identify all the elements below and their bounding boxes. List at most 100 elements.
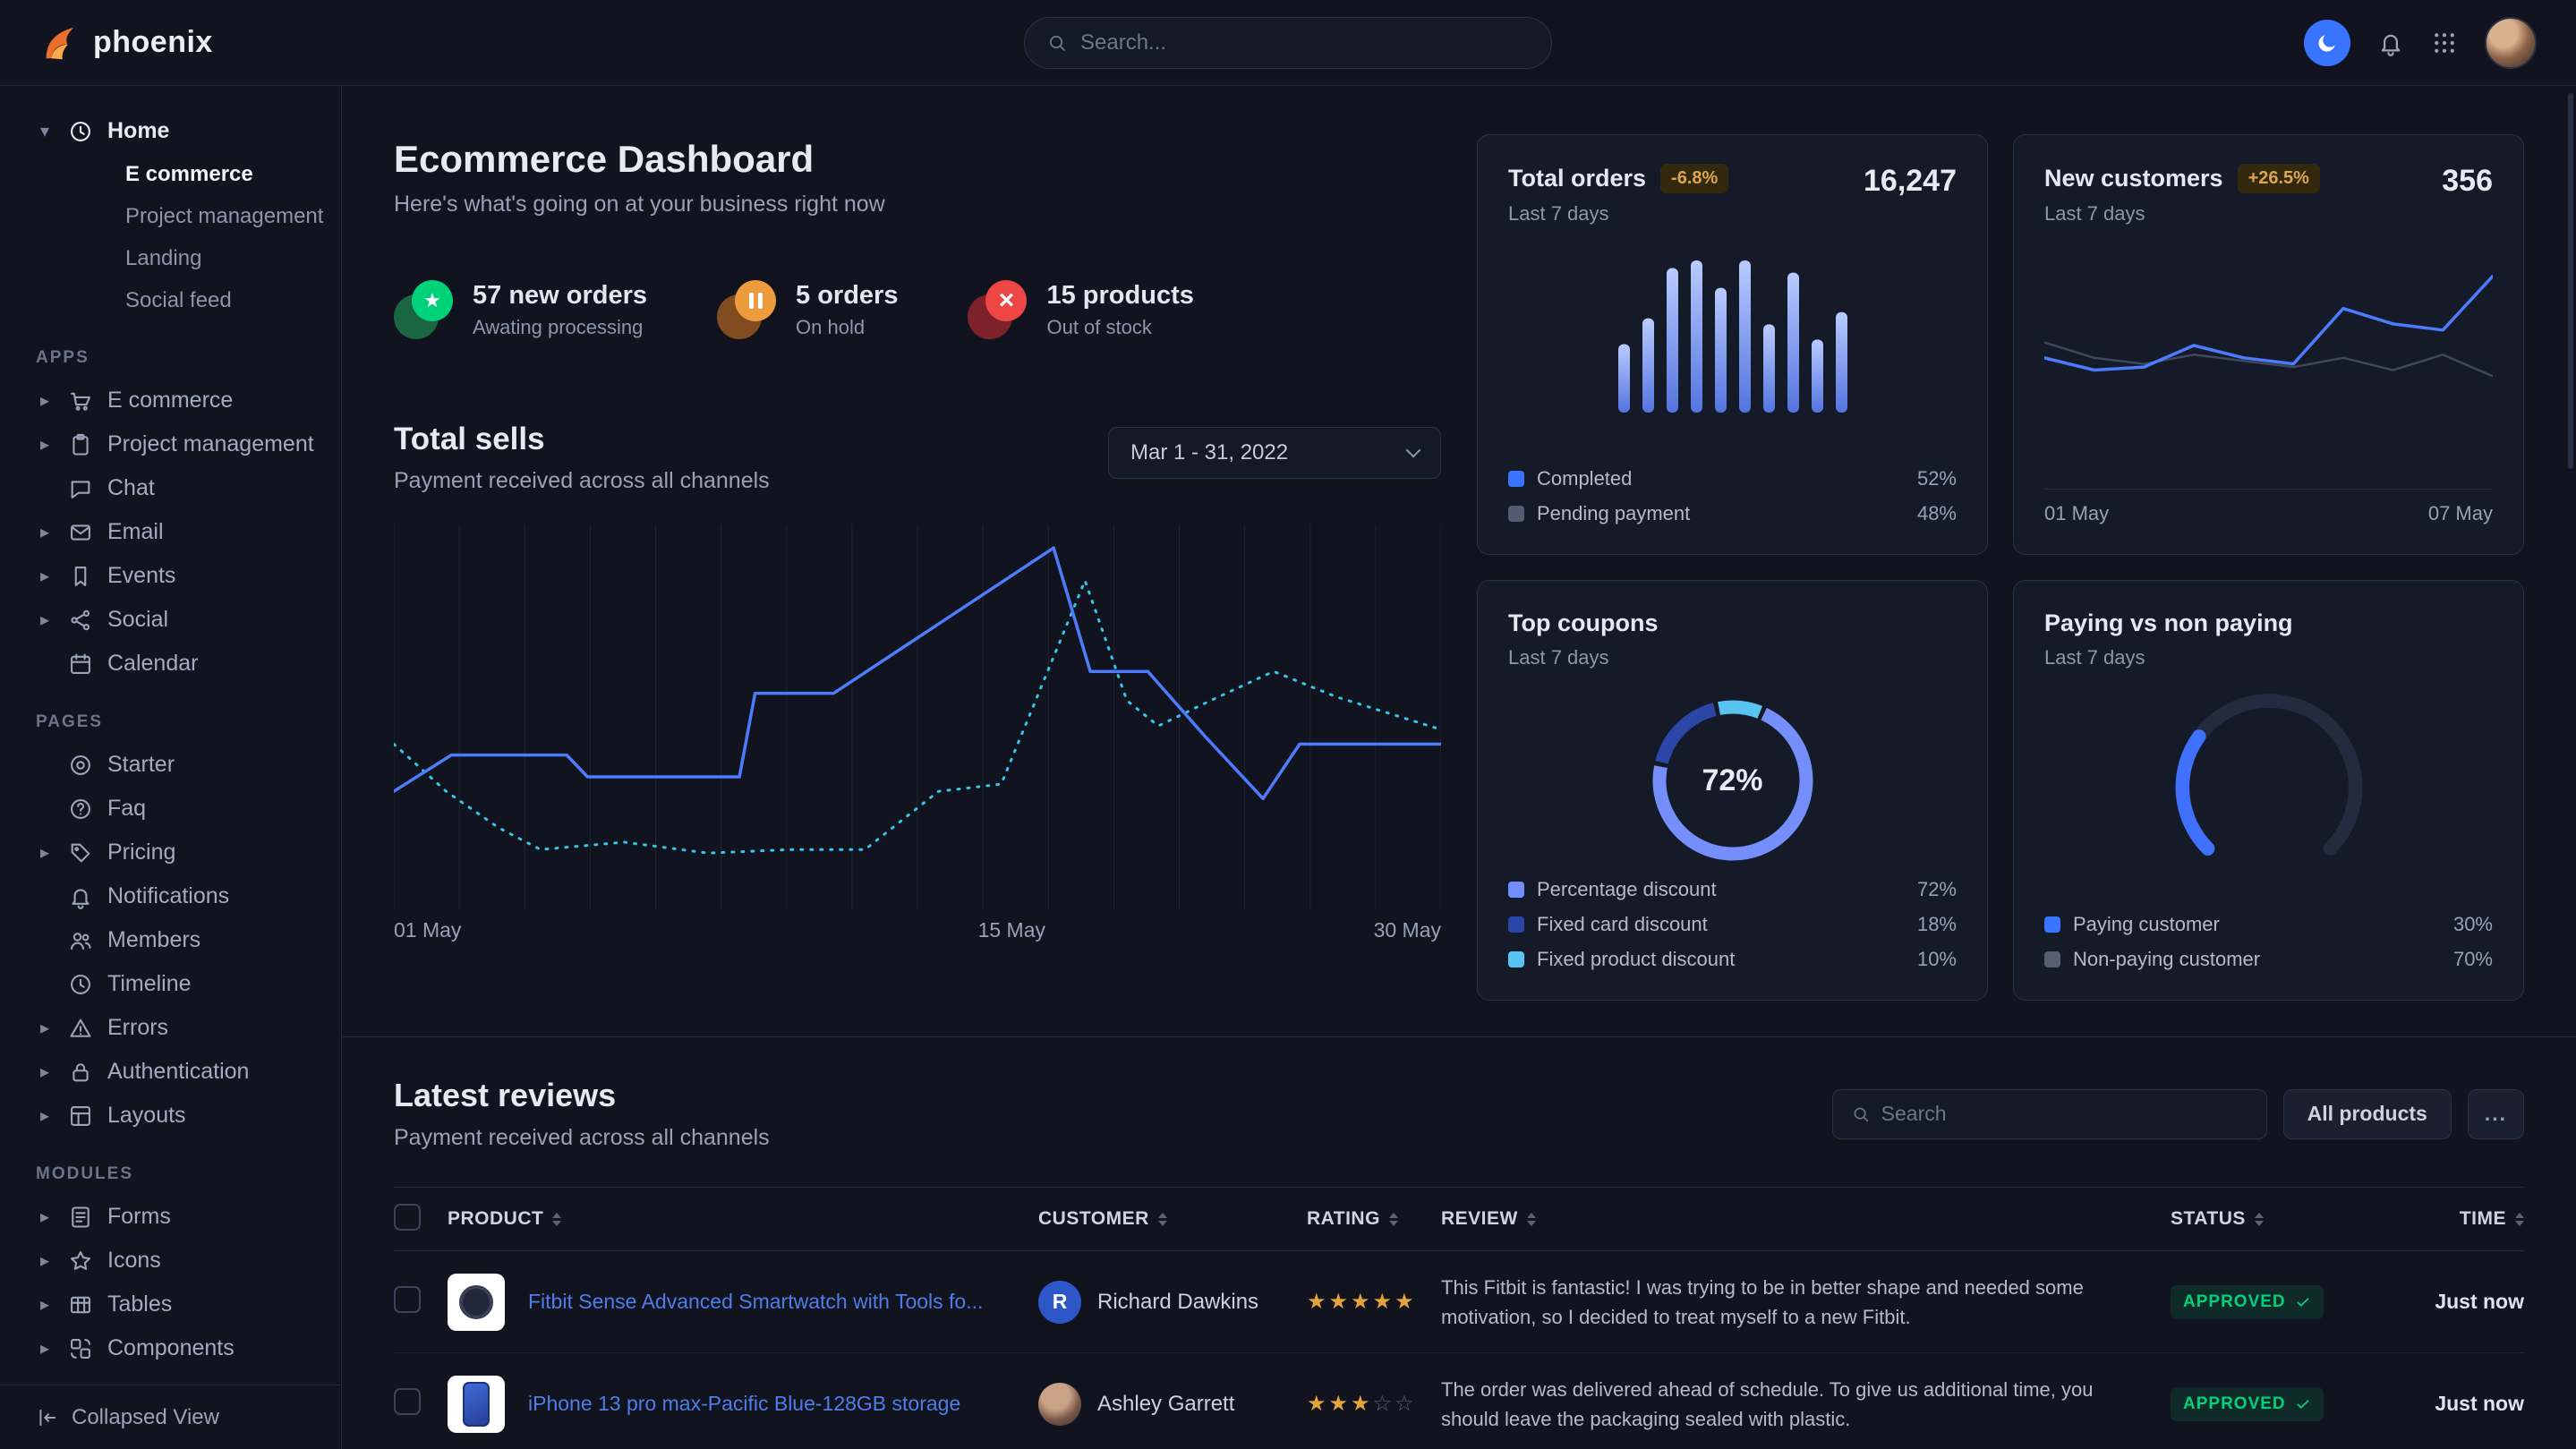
column-header-product[interactable]: PRODUCT [448, 1208, 1038, 1230]
reviews-table: PRODUCT CUSTOMER RATING REVIEWSTATUSTIME Fi… [394, 1187, 2524, 1449]
top-coupons-donut-wrap: 72% [1643, 691, 1822, 870]
sidebar-item-email[interactable]: ▸Email [36, 510, 327, 554]
new-customers-line-chart [2044, 256, 2493, 435]
column-header-status[interactable]: STATUS [2171, 1208, 2390, 1230]
sidebar-item-label: Errors [107, 1015, 168, 1041]
top-coupons-legend: Percentage discount72%Fixed card discoun… [1508, 878, 1957, 971]
sidebar-item-social-feed[interactable]: Social feed [36, 279, 327, 321]
theme-toggle-button[interactable] [2304, 20, 2350, 66]
column-label: PRODUCT [448, 1208, 543, 1230]
search-input[interactable] [1080, 30, 1530, 55]
sidebar-item-label: Faq [107, 796, 146, 822]
column-label: CUSTOMER [1038, 1208, 1149, 1230]
sort-icon [1158, 1213, 1167, 1226]
sidebar-item-e-commerce[interactable]: E commerce [36, 153, 327, 195]
column-header-customer[interactable]: CUSTOMER [1038, 1208, 1307, 1230]
new-customers-card: New customers +26.5% Last 7 days 356 01 … [2013, 134, 2524, 555]
date-range-select[interactable]: Mar 1 - 31, 2022 [1108, 427, 1441, 479]
sidebar-item-project-management[interactable]: Project management [36, 195, 327, 237]
pause-bars [749, 293, 763, 309]
star-icon: ★ [1395, 1289, 1414, 1315]
stat-badge: × [968, 280, 1027, 339]
sidebar-item-social[interactable]: ▸Social [36, 598, 327, 642]
sidebar-item-layouts[interactable]: ▸Layouts [36, 1094, 327, 1138]
sidebar-item-label: E commerce [107, 388, 233, 413]
sort-icon [552, 1213, 561, 1226]
sidebar-item-starter[interactable]: Starter [36, 743, 327, 787]
sidebar-item-faq[interactable]: Faq [36, 787, 327, 831]
column-header-rating[interactable]: RATING [1307, 1208, 1441, 1230]
sidebar-item-members[interactable]: Members [36, 918, 327, 962]
sidebar-item-landing[interactable]: Landing [36, 237, 327, 279]
sidebar-item-authentication[interactable]: ▸Authentication [36, 1050, 327, 1094]
legend-value: 48% [1917, 502, 1957, 525]
notifications-button[interactable] [2377, 30, 2404, 56]
legend-bullet [2044, 951, 2060, 967]
collapsed-view-toggle[interactable]: Collapsed View [0, 1385, 341, 1449]
paying-legend: Paying customer30%Non-paying customer70% [2044, 913, 2493, 971]
sidebar-item-pricing[interactable]: ▸Pricing [36, 831, 327, 874]
total-orders-value: 16,247 [1864, 164, 1957, 199]
sidebar-section-label-pages: PAGES [36, 712, 327, 732]
column-header-time[interactable]: TIME [2390, 1208, 2524, 1230]
review-time: Just now [2390, 1392, 2524, 1416]
column-label: RATING [1307, 1208, 1380, 1230]
stat-close: ×15 productsOut of stock [968, 280, 1193, 339]
user-avatar[interactable] [2485, 17, 2537, 69]
product-link[interactable]: iPhone 13 pro max-Pacific Blue-128GB sto… [528, 1392, 960, 1416]
sidebar-item-calendar[interactable]: Calendar [36, 642, 327, 686]
star-icon: ★ [1373, 1289, 1393, 1315]
product-link[interactable]: Fitbit Sense Advanced Smartwatch with To… [528, 1290, 983, 1314]
sidebar-item-notifications[interactable]: Notifications [36, 874, 327, 918]
sidebar-item-forms[interactable]: ▸Forms [36, 1195, 327, 1239]
sidebar-item-label: Icons [107, 1248, 161, 1274]
watch-graphic [459, 1285, 493, 1319]
scrollbar[interactable] [2568, 93, 2573, 469]
row-checkbox[interactable] [394, 1388, 421, 1415]
sidebar-item-home[interactable]: ▾Home [36, 109, 327, 153]
status-label: APPROVED [2183, 1292, 2286, 1312]
reviews-table-header: PRODUCT CUSTOMER RATING REVIEWSTATUSTIME [394, 1187, 2524, 1251]
sidebar-item-events[interactable]: ▸Events [36, 554, 327, 598]
sidebar-item-label: Forms [107, 1204, 171, 1230]
legend-label: Fixed card discount [1537, 913, 1905, 936]
sidebar-item-label: Calendar [107, 651, 198, 677]
sidebar-item-components[interactable]: ▸Components [36, 1326, 327, 1370]
column-header-review[interactable]: REVIEW [1441, 1208, 2171, 1230]
more-options-button[interactable]: ... [2468, 1089, 2524, 1139]
top-coupons-period: Last 7 days [1508, 646, 1658, 669]
cart-icon [68, 388, 93, 413]
paying-vs-non-paying-card: Paying vs non paying Last 7 days Paying … [2013, 580, 2524, 1001]
star-icon: ★ [1329, 1289, 1349, 1315]
reviews-search-input[interactable] [1881, 1102, 2248, 1126]
new-customers-period: Last 7 days [2044, 202, 2320, 226]
sidebar-item-errors[interactable]: ▸Errors [36, 1006, 327, 1050]
sidebar-item-project-management[interactable]: ▸Project management [36, 422, 327, 466]
caret-right-icon: ▸ [36, 521, 54, 543]
reviews-search[interactable] [1832, 1089, 2267, 1139]
sidebar-item-e-commerce[interactable]: ▸E commerce [36, 379, 327, 422]
legend-item: Paying customer30% [2044, 913, 2493, 936]
sidebar-item-label: Members [107, 927, 200, 953]
sidebar-item-tables[interactable]: ▸Tables [36, 1283, 327, 1326]
all-products-button[interactable]: All products [2283, 1089, 2452, 1139]
topbar-search[interactable] [1024, 17, 1552, 69]
sidebar-item-timeline[interactable]: Timeline [36, 962, 327, 1006]
components-icon [68, 1336, 93, 1361]
x-axis-label: 01 May [2044, 502, 2109, 525]
sidebar-item-label: Home [107, 118, 169, 144]
sidebar-item-chat[interactable]: Chat [36, 466, 327, 510]
page-subtitle: Here's what's going on at your business … [394, 192, 1441, 217]
caret-right-icon: ▸ [36, 609, 54, 631]
select-all-checkbox[interactable] [394, 1204, 421, 1231]
check-icon [2295, 1396, 2311, 1412]
sidebar-item-icons[interactable]: ▸Icons [36, 1239, 327, 1283]
new-customers-x-axis: 01 May07 May [2044, 489, 2493, 525]
legend-value: 52% [1917, 467, 1957, 490]
caret-right-icon: ▸ [36, 565, 54, 587]
sidebar-section-label-modules: MODULES [36, 1164, 327, 1184]
apps-grid-button[interactable] [2431, 30, 2458, 56]
row-checkbox[interactable] [394, 1286, 421, 1313]
total-sells-chart [394, 524, 1441, 909]
brand[interactable]: phoenix [39, 22, 213, 64]
